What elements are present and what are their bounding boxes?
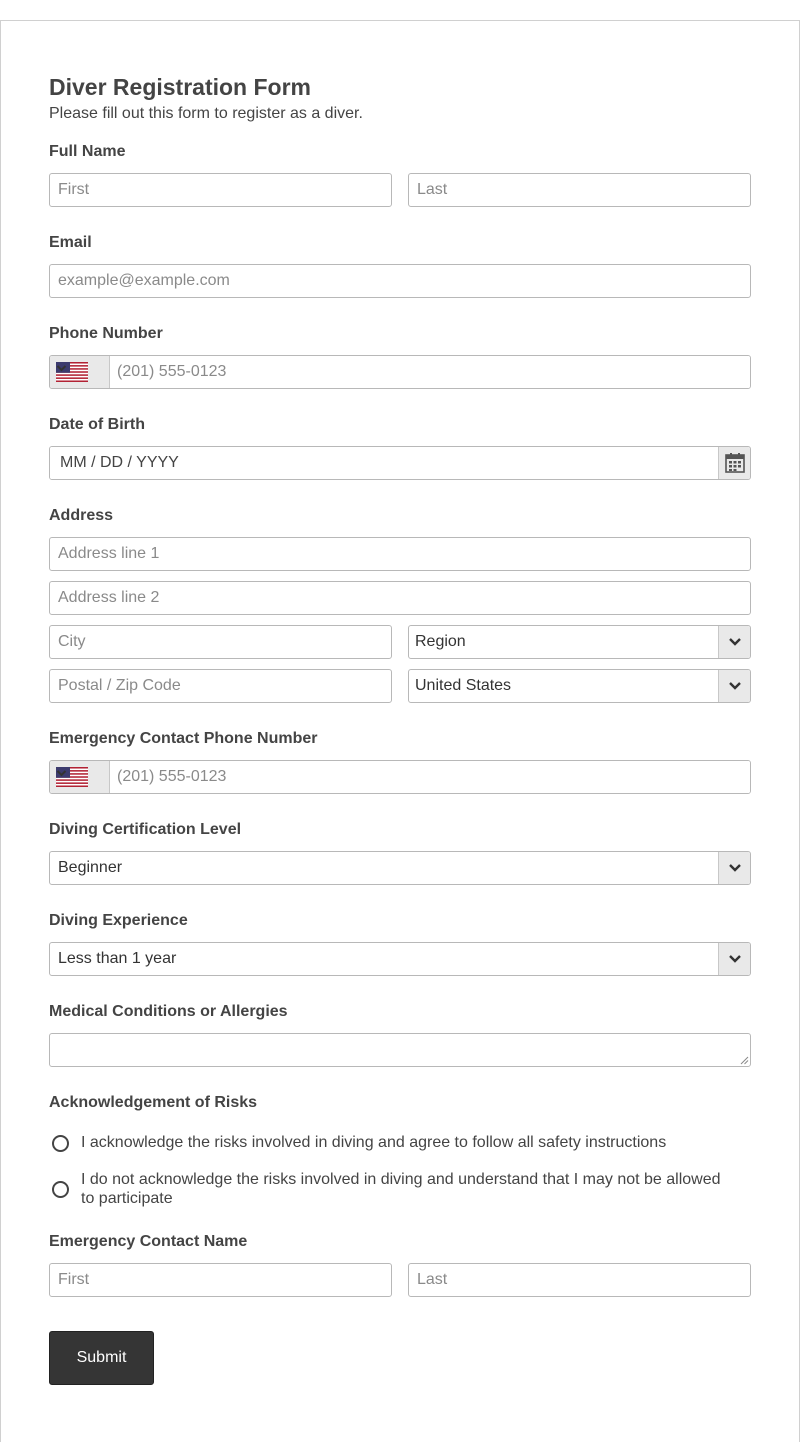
email-input[interactable] (49, 264, 751, 298)
region-dropdown-toggle[interactable] (718, 626, 750, 658)
phone-input[interactable] (110, 356, 750, 388)
experience-label: Diving Experience (49, 912, 188, 929)
country-select[interactable]: United States (408, 669, 751, 703)
city-input[interactable] (49, 625, 392, 659)
risk-option-label: I acknowledge the risks involved in divi… (81, 1134, 667, 1151)
risk-option-decline[interactable]: I do not acknowledge the risks involved … (49, 1170, 739, 1210)
emergency-phone-field (49, 760, 751, 794)
form-subtitle: Please fill out this form to register as… (49, 105, 363, 122)
country-value: United States (415, 677, 512, 694)
dob-field (49, 446, 751, 480)
phone-label: Phone Number (49, 325, 163, 342)
chevron-down-icon (729, 864, 741, 872)
form-title: Diver Registration Form (49, 74, 311, 100)
chevron-down-icon (729, 638, 741, 646)
submit-button[interactable]: Submit (49, 1331, 154, 1385)
dob-input[interactable] (50, 447, 718, 479)
resize-handle-icon[interactable] (740, 1056, 749, 1065)
phone-field (49, 355, 751, 389)
emergency-phone-input[interactable] (110, 761, 750, 793)
last-name-input[interactable] (408, 173, 751, 207)
chevron-down-icon (729, 955, 741, 963)
region-value: Region (415, 633, 466, 650)
experience-value: Less than 1 year (58, 950, 177, 967)
full-name-label: Full Name (49, 143, 126, 160)
chevron-down-icon (56, 365, 67, 372)
country-code-select[interactable] (50, 356, 110, 388)
certification-value: Beginner (58, 859, 123, 876)
emergency-last-name-input[interactable] (408, 1263, 751, 1297)
address-line2-input[interactable] (49, 581, 751, 615)
postal-code-input[interactable] (49, 669, 392, 703)
experience-dropdown-toggle[interactable] (718, 943, 750, 975)
address-line1-input[interactable] (49, 537, 751, 571)
emergency-country-code-select[interactable] (50, 761, 110, 793)
risk-option-accept[interactable]: I acknowledge the risks involved in divi… (49, 1133, 739, 1157)
chevron-down-icon (729, 682, 741, 690)
emergency-name-label: Emergency Contact Name (49, 1233, 248, 1250)
medical-textarea[interactable] (49, 1033, 751, 1067)
emergency-phone-label: Emergency Contact Phone Number (49, 730, 318, 747)
experience-select[interactable]: Less than 1 year (49, 942, 751, 976)
form-card: Diver Registration Form Please fill out … (0, 20, 800, 1442)
radio-button[interactable] (52, 1135, 69, 1152)
certification-select[interactable]: Beginner (49, 851, 751, 885)
risk-option-label: I do not acknowledge the risks involved … (81, 1171, 721, 1207)
emergency-first-name-input[interactable] (49, 1263, 392, 1297)
certification-dropdown-toggle[interactable] (718, 852, 750, 884)
chevron-down-icon (56, 770, 67, 777)
address-label: Address (49, 507, 114, 524)
risks-label: Acknowledgement of Risks (49, 1094, 258, 1111)
medical-label: Medical Conditions or Allergies (49, 1003, 288, 1020)
region-select[interactable]: Region (408, 625, 751, 659)
first-name-input[interactable] (49, 173, 392, 207)
email-label: Email (49, 234, 92, 251)
calendar-button[interactable] (718, 447, 750, 479)
radio-button[interactable] (52, 1181, 69, 1198)
calendar-icon (725, 453, 745, 473)
certification-label: Diving Certification Level (49, 821, 242, 838)
country-dropdown-toggle[interactable] (718, 670, 750, 702)
dob-label: Date of Birth (49, 416, 145, 433)
